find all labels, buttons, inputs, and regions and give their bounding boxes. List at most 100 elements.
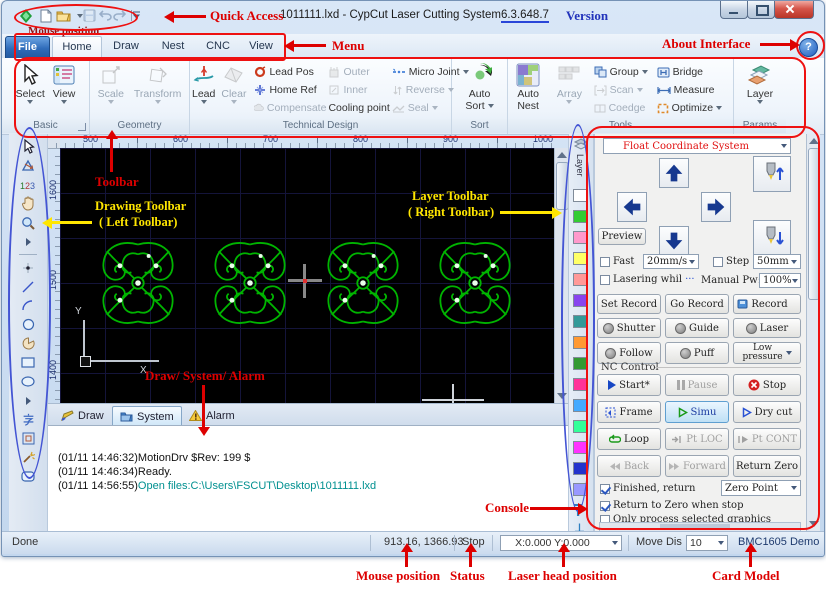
frame-button[interactable]: Frame xyxy=(597,401,661,423)
tab-draw[interactable]: Draw xyxy=(104,36,148,57)
layer-color-swatch[interactable] xyxy=(573,315,588,328)
close-button[interactable] xyxy=(774,1,814,19)
clear-button[interactable]: Clear xyxy=(219,61,248,105)
lead-pos-button[interactable]: Lead Pos xyxy=(254,63,326,81)
preview-button[interactable]: Preview xyxy=(598,228,646,245)
line-tool-icon[interactable] xyxy=(18,278,38,296)
puff-button[interactable]: Puff xyxy=(665,342,729,364)
lead-button[interactable]: Lead xyxy=(190,61,217,105)
panel-vertical-scrollbar[interactable] xyxy=(806,134,820,531)
laser-button[interactable]: Laser xyxy=(733,318,801,338)
tool-flyout-caret[interactable] xyxy=(18,233,38,251)
loop-button[interactable]: Loop xyxy=(597,428,661,450)
move-dis-select[interactable]: 10 xyxy=(686,535,728,551)
select-button[interactable]: Select xyxy=(14,61,47,105)
dialog-launcher-icon[interactable] xyxy=(78,123,86,131)
layer-color-swatch[interactable] xyxy=(573,462,588,475)
rounded-rect-tool-icon[interactable] xyxy=(18,468,38,486)
back-button[interactable]: Back xyxy=(597,455,661,477)
layer-color-swatch[interactable] xyxy=(573,378,588,391)
start-button[interactable]: Start* xyxy=(597,374,661,396)
stop-button[interactable]: Stop xyxy=(733,374,801,396)
set-record-button[interactable]: Set Record xyxy=(597,294,661,314)
tab-cnc[interactable]: CNC xyxy=(198,36,238,57)
magic-wand-tool-icon[interactable] xyxy=(18,449,38,467)
layer-color-swatch[interactable] xyxy=(573,399,588,412)
auto-nest-button[interactable]: Auto Nest xyxy=(508,61,548,113)
circle-tool-icon[interactable] xyxy=(18,316,38,334)
arc-tool-icon[interactable] xyxy=(18,297,38,315)
fly-cut-tool-icon[interactable] xyxy=(18,157,38,175)
follow-button[interactable]: Follow xyxy=(597,342,661,364)
forward-button[interactable]: Forward xyxy=(665,455,729,477)
open-file-icon[interactable] xyxy=(56,8,71,23)
layer-color-swatch[interactable] xyxy=(573,441,588,454)
step-select[interactable]: 50mm xyxy=(753,254,801,269)
tool-flyout-caret[interactable] xyxy=(18,392,38,410)
tab-draw-pane[interactable]: Draw xyxy=(54,406,111,425)
bridge-button[interactable]: Bridge xyxy=(657,63,733,81)
home-ref-button[interactable]: Home Ref xyxy=(254,81,326,99)
inner-button[interactable]: Inner xyxy=(328,81,389,99)
layer-color-swatch[interactable] xyxy=(573,252,588,265)
ornament-pattern-3[interactable] xyxy=(322,236,404,330)
layer-color-swatch[interactable] xyxy=(573,210,588,223)
quickaccess-more-caret[interactable] xyxy=(129,8,144,23)
pause-button[interactable]: Pause xyxy=(665,374,729,396)
layer-color-swatch[interactable] xyxy=(573,189,588,202)
fast-speed-select[interactable]: 20mm/s xyxy=(643,254,699,269)
tab-view[interactable]: View xyxy=(240,36,282,57)
cooling-point-button[interactable]: Cooling point xyxy=(328,99,389,117)
undo-icon[interactable] xyxy=(98,8,113,23)
guide-button[interactable]: Guide xyxy=(665,318,729,338)
compensate-button[interactable]: Compensate xyxy=(254,99,326,117)
record-button[interactable]: Record xyxy=(733,294,801,314)
jog-down-button[interactable] xyxy=(659,226,689,256)
go-record-button[interactable]: Go Record xyxy=(665,294,729,314)
layer-color-swatch[interactable] xyxy=(573,336,588,349)
manual-pw-select[interactable]: 100% xyxy=(759,273,801,288)
pie-tool-icon[interactable] xyxy=(18,335,38,353)
scan-button[interactable]: Scan xyxy=(594,81,655,99)
z-up-button[interactable] xyxy=(753,156,791,192)
text-tool-icon[interactable] xyxy=(18,411,38,429)
return-to-zero-checkbox[interactable] xyxy=(600,500,610,511)
optimize-button[interactable]: Optimize xyxy=(657,99,733,117)
zero-point-select[interactable]: Zero Point xyxy=(721,480,801,496)
point-tool-icon[interactable] xyxy=(18,259,38,277)
maximize-button[interactable] xyxy=(747,1,775,19)
ornament-pattern-2[interactable] xyxy=(209,236,291,330)
array-button[interactable]: Array xyxy=(550,61,588,105)
ornament-pattern-4[interactable] xyxy=(434,236,516,330)
ornament-pattern-1[interactable] xyxy=(97,236,179,330)
numbering-tool-icon[interactable]: 123 xyxy=(18,176,38,194)
outer-button[interactable]: Outer xyxy=(328,63,389,81)
measure-button[interactable]: Measure xyxy=(656,81,733,99)
step-checkbox[interactable] xyxy=(713,256,723,267)
pt-cont-button[interactable]: Pt CONT xyxy=(733,428,801,450)
minimize-button[interactable] xyxy=(720,1,748,19)
scale-button[interactable]: Scale xyxy=(96,61,126,105)
return-zero-button[interactable]: Return Zero xyxy=(733,455,801,477)
view-button[interactable]: View xyxy=(51,61,78,105)
pt-loc-button[interactable]: Pt LOC xyxy=(665,428,729,450)
shutter-button[interactable]: Shutter xyxy=(597,318,661,338)
dry-cut-button[interactable]: Dry cut xyxy=(733,401,801,423)
simu-button[interactable]: Simu xyxy=(665,401,729,423)
layer-color-swatch[interactable] xyxy=(573,420,588,433)
select-tool-icon[interactable] xyxy=(18,138,38,156)
save-icon[interactable] xyxy=(82,8,97,23)
tab-home[interactable]: Home xyxy=(52,36,102,58)
jog-up-button[interactable] xyxy=(659,158,689,188)
tab-alarm-pane[interactable]: Alarm xyxy=(182,406,242,425)
jog-left-button[interactable] xyxy=(617,192,647,222)
new-file-icon[interactable] xyxy=(38,8,53,23)
transform-button[interactable]: Transform xyxy=(132,61,183,105)
coord-system-select[interactable]: Float Coordinate System xyxy=(603,138,791,154)
jog-right-button[interactable] xyxy=(701,192,731,222)
tab-file[interactable]: File xyxy=(5,36,50,59)
layer-color-swatch[interactable] xyxy=(573,294,588,307)
low-pressure-button[interactable]: Low pressure xyxy=(733,342,801,364)
offset-tool-icon[interactable] xyxy=(18,430,38,448)
layer-color-swatch[interactable] xyxy=(573,273,588,286)
